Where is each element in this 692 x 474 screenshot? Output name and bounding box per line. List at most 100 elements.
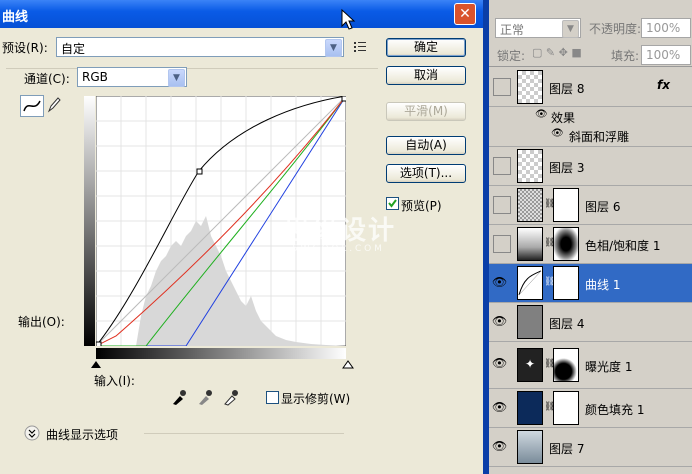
curve-display-options-label: 曲线显示选项: [46, 428, 119, 442]
show-clipping-checkbox[interactable]: [266, 391, 279, 404]
fill-label: 填充:: [611, 49, 640, 63]
white-point-slider[interactable]: [342, 360, 354, 369]
layer-row[interactable]: 图层 8 fx: [489, 68, 692, 107]
visibility-toggle[interactable]: [493, 157, 511, 175]
panel-separator: [489, 66, 692, 67]
input-gradient: [96, 348, 346, 359]
exposure-icon: ✦: [517, 348, 543, 382]
layer-thumbnail: [517, 188, 543, 222]
channel-select[interactable]: RGB ▼: [77, 67, 187, 87]
ok-button[interactable]: 确定: [386, 38, 466, 57]
layer-name: 图层 6: [585, 200, 621, 214]
eye-icon: 👁: [535, 109, 548, 120]
dialog-titlebar[interactable]: 曲线 ✕: [0, 0, 483, 28]
layer-row[interactable]: 👁 图层 4: [489, 303, 692, 342]
layer-name: 图层 8: [549, 82, 585, 96]
curve-endpoint-bottom[interactable]: [96, 341, 102, 346]
eye-icon[interactable]: 👁: [492, 275, 507, 289]
layer-name: 图层 7: [549, 442, 585, 456]
visibility-toggle[interactable]: [493, 78, 511, 96]
effects-label: 效果: [551, 111, 576, 125]
curves-dialog: 曲线 ✕ 预设(R): 自定 ▼ 通道(C): RGB ▼ 输出(O): 输入(…: [0, 0, 483, 474]
output-label: 输出(O):: [18, 315, 65, 329]
smooth-button[interactable]: 平滑(M): [386, 102, 466, 121]
show-clipping-label: 显示修剪(W): [281, 392, 351, 406]
chevron-down-icon: ▼: [562, 20, 579, 38]
eye-icon[interactable]: 👁: [492, 439, 507, 453]
layer-name: 曝光度 1: [585, 360, 633, 374]
curves-icon: [517, 266, 543, 300]
lock-icons[interactable]: ▢ ✎ ✥ ■: [532, 46, 582, 59]
curve-point[interactable]: [196, 168, 203, 175]
options-separator: [144, 433, 344, 434]
eye-icon: 👁: [551, 128, 564, 139]
preview-label: 预览(P): [401, 199, 442, 213]
eye-icon[interactable]: 👁: [492, 356, 507, 370]
chevron-down-icon: ▼: [168, 69, 185, 87]
checkmark-icon: [388, 199, 397, 208]
layer-thumbnail: [517, 70, 543, 104]
layer-row[interactable]: 图层 3: [489, 147, 692, 186]
preset-select[interactable]: 自定 ▼: [56, 37, 344, 57]
layer-name: 色相/饱和度 1: [585, 239, 661, 253]
lock-label: 锁定:: [497, 49, 526, 63]
mask-thumbnail: [553, 266, 579, 300]
chevron-down-icon: ▼: [325, 39, 342, 57]
preview-checkbox[interactable]: [386, 197, 399, 210]
effect-row[interactable]: 👁 斜面和浮雕: [489, 126, 692, 147]
curve-point-tool[interactable]: [20, 95, 44, 117]
curve-endpoint-top[interactable]: [341, 96, 346, 102]
output-gradient: [84, 96, 95, 346]
color-fill-icon: [517, 391, 543, 425]
layers-panel: 正常 ▼ 不透明度: 100% 锁定: ▢ ✎ ✥ ■ 填充: 100% 图层 …: [489, 0, 692, 474]
expand-chevron-icon[interactable]: [24, 425, 40, 441]
preset-value: 自定: [61, 42, 86, 56]
eye-icon[interactable]: 👁: [492, 400, 507, 414]
fx-icon[interactable]: fx: [657, 78, 670, 92]
layer-row-selected[interactable]: 👁 ⛓ 曲线 1: [489, 264, 692, 303]
opacity-label: 不透明度:: [589, 22, 642, 36]
watermark-logo: 思缘设计: [284, 216, 397, 246]
effects-row[interactable]: 👁 效果: [489, 107, 692, 126]
curve-tool-icon: [23, 100, 41, 112]
blend-mode-select[interactable]: 正常 ▼: [495, 18, 581, 38]
auto-button[interactable]: 自动(A): [386, 136, 466, 155]
cursor-icon: [341, 8, 356, 30]
opacity-value: 100%: [646, 21, 681, 35]
input-label: 输入(I):: [94, 374, 135, 388]
opacity-input[interactable]: 100%: [641, 18, 691, 38]
black-point-slider[interactable]: [90, 360, 102, 369]
close-button[interactable]: ✕: [454, 3, 476, 25]
gray-eyedropper-icon[interactable]: [196, 388, 214, 406]
watermark-url: 5 W C O O L . C O M: [292, 244, 382, 254]
layer-thumbnail: [517, 305, 543, 339]
layer-row[interactable]: 👁 ⛓ 颜色填充 1: [489, 389, 692, 428]
fill-value: 100%: [646, 48, 681, 62]
layer-row[interactable]: 👁 图层 7: [489, 428, 692, 467]
channel-value: RGB: [82, 70, 108, 84]
layer-row[interactable]: 👁 ✦ ⛓ 曝光度 1: [489, 342, 692, 389]
close-icon: ✕: [459, 6, 471, 22]
layer-row[interactable]: ⛓ 色相/饱和度 1: [489, 225, 692, 264]
mask-thumbnail: [553, 391, 579, 425]
dialog-title: 曲线: [2, 10, 29, 25]
layer-thumbnail: [517, 430, 543, 464]
visibility-toggle[interactable]: [493, 235, 511, 253]
black-eyedropper-icon[interactable]: [170, 388, 188, 406]
layer-name: 图层 3: [549, 161, 585, 175]
options-button[interactable]: 选项(T)...: [386, 164, 466, 183]
fill-input[interactable]: 100%: [641, 45, 691, 65]
visibility-toggle[interactable]: [493, 196, 511, 214]
layer-name: 曲线 1: [585, 278, 621, 292]
layer-thumbnail: [517, 149, 543, 183]
effect-name: 斜面和浮雕: [569, 130, 630, 144]
layer-name: 图层 4: [549, 317, 585, 331]
eye-icon[interactable]: 👁: [492, 314, 507, 328]
white-eyedropper-icon[interactable]: [222, 388, 240, 406]
pencil-tool-icon[interactable]: [46, 96, 62, 114]
preset-label: 预设(R):: [2, 41, 48, 55]
layer-row[interactable]: ⛓ 图层 6: [489, 186, 692, 225]
preset-options-icon[interactable]: [352, 40, 368, 54]
mask-thumbnail: [553, 348, 579, 382]
cancel-button[interactable]: 取消: [386, 66, 466, 85]
